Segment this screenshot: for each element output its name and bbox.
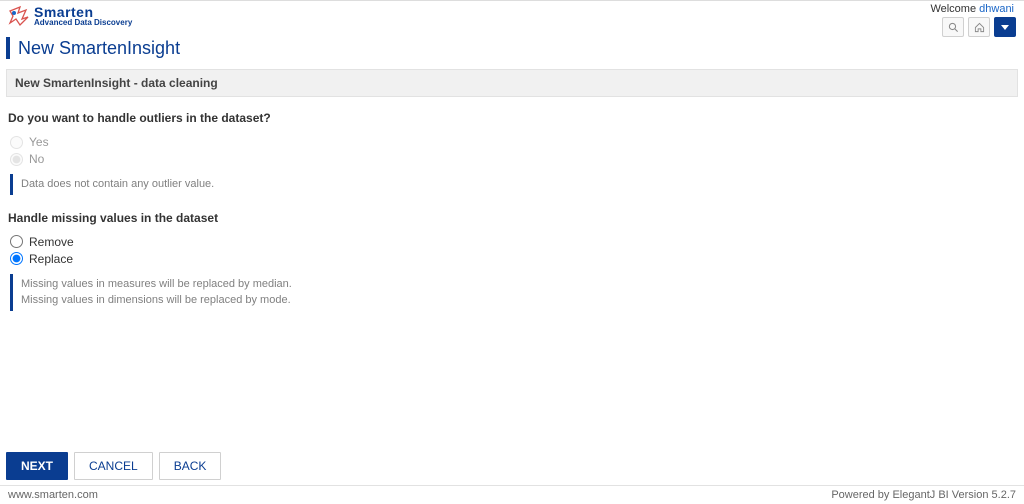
logo-icon (6, 5, 30, 27)
brand-logo: Smarten Advanced Data Discovery (6, 3, 132, 27)
missing-replace-label: Replace (29, 252, 73, 266)
missing-remove-option[interactable]: Remove (10, 235, 1016, 249)
outliers-yes-label: Yes (29, 135, 49, 149)
footer-version: Powered by ElegantJ BI Version 5.2.7 (831, 489, 1016, 501)
outliers-yes-radio[interactable] (10, 136, 23, 149)
chevron-down-icon (1001, 25, 1009, 30)
outliers-info: Data does not contain any outlier value. (10, 174, 1016, 195)
missing-remove-label: Remove (29, 235, 74, 249)
home-icon (974, 22, 985, 33)
outliers-no-radio[interactable] (10, 153, 23, 166)
missing-remove-radio[interactable] (10, 235, 23, 248)
welcome-text: Welcome dhwani (930, 3, 1018, 17)
next-button[interactable]: NEXT (6, 452, 68, 480)
outliers-question: Do you want to handle outliers in the da… (8, 111, 1016, 125)
outliers-no-label: No (29, 152, 44, 166)
missing-replace-option[interactable]: Replace (10, 252, 1016, 266)
page-title: New SmartenInsight (18, 38, 180, 59)
outliers-yes-option[interactable]: Yes (10, 135, 1016, 149)
search-button[interactable] (942, 17, 964, 37)
missing-info: Missing values in measures will be repla… (10, 274, 1016, 311)
footer-url[interactable]: www.smarten.com (8, 489, 98, 501)
outliers-no-option[interactable]: No (10, 152, 1016, 166)
brand-tagline: Advanced Data Discovery (34, 19, 132, 27)
missing-replace-radio[interactable] (10, 252, 23, 265)
back-button[interactable]: BACK (159, 452, 222, 480)
title-accent (6, 37, 10, 59)
search-icon (948, 22, 959, 33)
username: dhwani (979, 3, 1014, 15)
menu-dropdown-button[interactable] (994, 17, 1016, 37)
home-button[interactable] (968, 17, 990, 37)
section-header: New SmartenInsight - data cleaning (6, 69, 1018, 97)
cancel-button[interactable]: CANCEL (74, 452, 153, 480)
missing-question: Handle missing values in the dataset (8, 211, 1016, 225)
